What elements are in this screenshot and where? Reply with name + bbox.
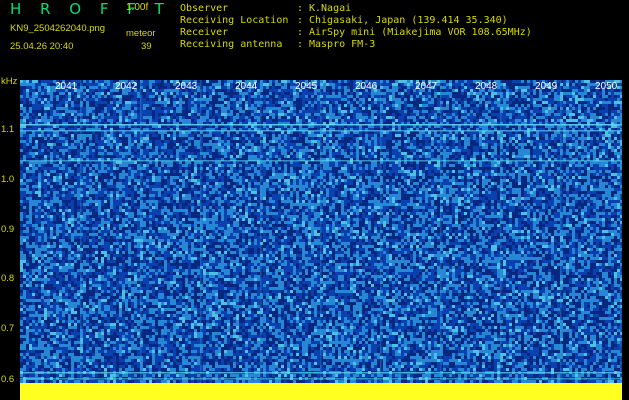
x-tick-label: 2044 bbox=[235, 81, 258, 92]
minute-line bbox=[560, 80, 562, 386]
receiver-value: AirSpy mini (Miakejima VOR 108.65MHz) bbox=[309, 27, 532, 38]
minute-line bbox=[260, 80, 262, 386]
x-tick-label: 2042 bbox=[115, 81, 138, 92]
x-tick-label: 2050 bbox=[595, 81, 618, 92]
minute-line bbox=[140, 80, 142, 386]
meteor-label: meteor bbox=[126, 28, 156, 39]
x-tick-label: 2049 bbox=[535, 81, 558, 92]
minute-line bbox=[200, 80, 202, 386]
antenna-value: Maspro FM-3 bbox=[309, 39, 376, 50]
x-tick-label: 2041 bbox=[55, 81, 78, 92]
x-tick-label: 2048 bbox=[475, 81, 498, 92]
observer-sep: : bbox=[297, 3, 304, 14]
y-tick-label: 1.1 bbox=[1, 124, 15, 135]
y-unit-label: kHz bbox=[1, 76, 18, 87]
spectrogram-display bbox=[20, 80, 622, 386]
observer-label: Observer bbox=[180, 3, 229, 14]
y-tick-label: 0.6 bbox=[1, 374, 15, 385]
y-tick-label: 0.7 bbox=[1, 323, 15, 334]
y-tick-label: 0.9 bbox=[1, 224, 15, 235]
x-tick-label: 2045 bbox=[295, 81, 318, 92]
receiver-sep: : bbox=[297, 27, 304, 38]
minute-line bbox=[440, 80, 442, 386]
filename-label: KN9_2504262040.png bbox=[10, 23, 106, 34]
minute-line bbox=[380, 80, 382, 386]
meteor-count: 39 bbox=[141, 41, 152, 52]
minute-line bbox=[80, 80, 82, 386]
antenna-label: Receiving antenna bbox=[180, 39, 283, 50]
y-axis: kHz 1.1 1.0 0.9 0.8 0.7 0.6 bbox=[0, 76, 20, 400]
observer-value: K.Nagai bbox=[309, 3, 352, 14]
header-panel: H R O F F T 1.00f KN9_2504262040.png 25.… bbox=[0, 0, 629, 76]
x-tick-label: 2047 bbox=[415, 81, 438, 92]
signal-level-bar bbox=[20, 383, 622, 400]
location-label: Receiving Location bbox=[180, 15, 289, 26]
minute-line bbox=[500, 80, 502, 386]
datetime-label: 25.04.26 20:40 bbox=[10, 41, 74, 52]
receiver-label: Receiver bbox=[180, 27, 229, 38]
right-frame bbox=[622, 76, 629, 400]
location-sep: : bbox=[297, 15, 304, 26]
y-tick-label: 0.8 bbox=[1, 273, 15, 284]
spectrogram-noise bbox=[20, 80, 622, 386]
version-label: 1.00f bbox=[126, 2, 149, 13]
antenna-sep: : bbox=[297, 39, 304, 50]
minute-line bbox=[320, 80, 322, 386]
x-tick-label: 2043 bbox=[175, 81, 198, 92]
x-tick-label: 2046 bbox=[355, 81, 378, 92]
y-tick-label: 1.0 bbox=[1, 174, 15, 185]
location-value: Chigasaki, Japan (139.414 35.340) bbox=[309, 15, 508, 26]
